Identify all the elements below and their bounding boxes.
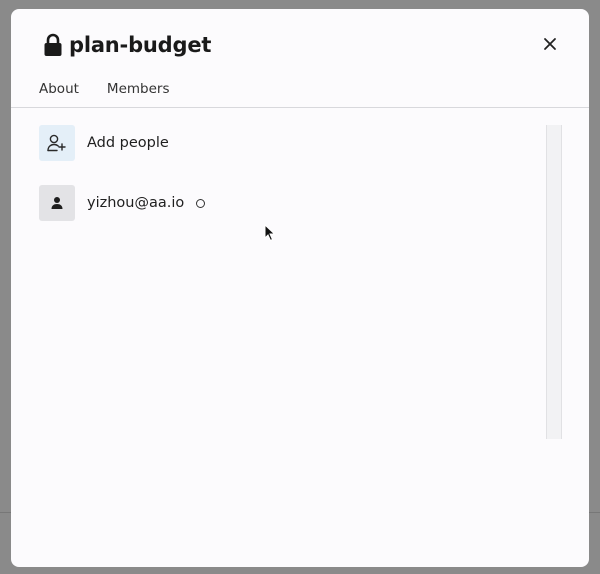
person-icon [51,197,63,209]
channel-dialog: plan-budget About Members Add people yiz… [11,9,589,567]
lock-icon [43,33,63,57]
close-button[interactable] [541,35,559,53]
members-list: Add people yizhou@aa.io [39,125,529,245]
status-indicator-icon [196,198,206,208]
add-people-avatar [39,125,75,161]
member-email: yizhou@aa.io [87,195,185,211]
scrollbar[interactable] [546,125,562,439]
close-icon [544,38,556,50]
tab-members[interactable]: Members [107,81,170,97]
add-people-label: Add people [87,135,169,151]
tab-bar: About Members [39,81,170,97]
mouse-pointer-icon [264,224,276,242]
add-person-icon [47,134,66,152]
avatar [39,185,75,221]
member-row[interactable]: yizhou@aa.io [39,185,529,221]
add-people-row[interactable]: Add people [39,125,529,161]
dialog-header: plan-budget About Members [11,9,589,108]
dialog-title: plan-budget [69,33,212,57]
title-group: plan-budget [43,33,211,57]
tab-about[interactable]: About [39,81,79,97]
